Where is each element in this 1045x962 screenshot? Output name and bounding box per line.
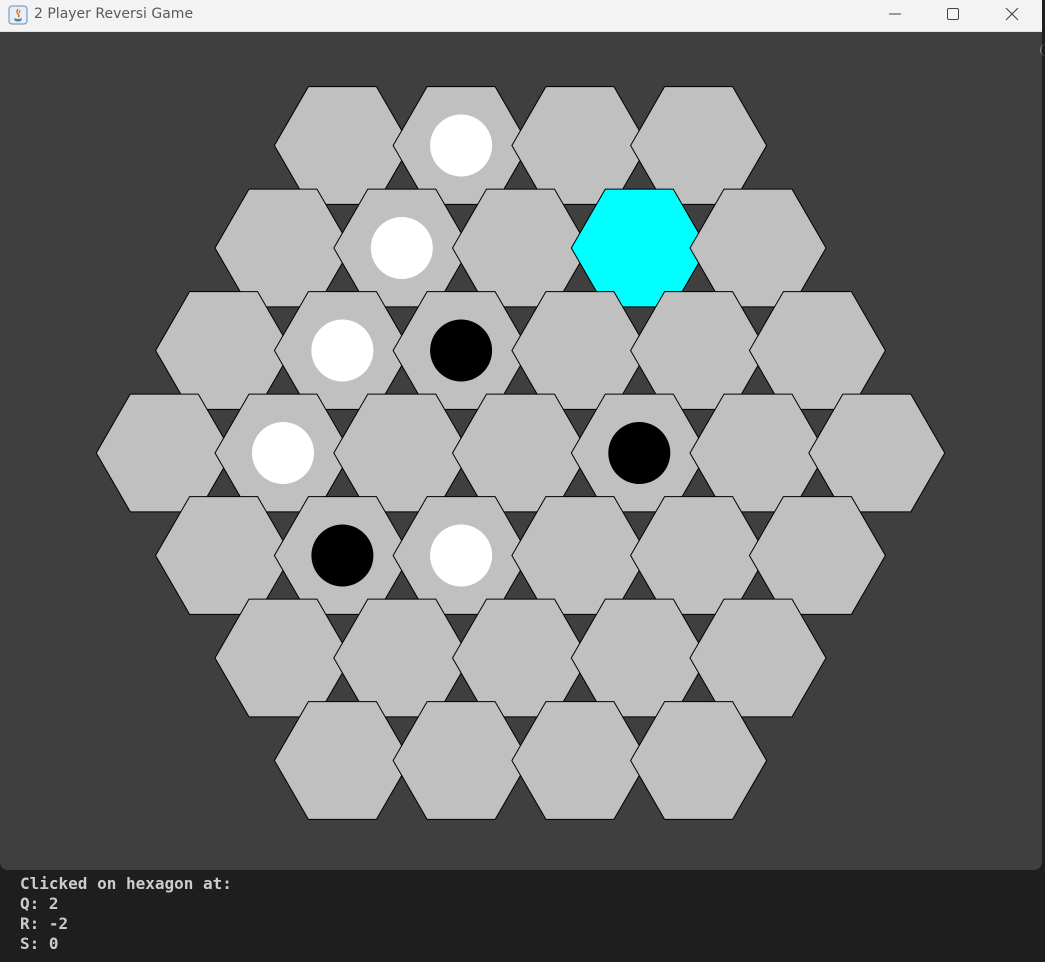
hex-cell[interactable] [95, 393, 233, 513]
minimize-icon [889, 13, 901, 15]
hex-cell[interactable] [451, 188, 590, 308]
hex-cell[interactable] [689, 188, 827, 308]
maximize-icon [947, 8, 959, 20]
hex-cell[interactable] [273, 86, 411, 205]
hex-cell[interactable] [630, 291, 768, 410]
hex-cell[interactable] [214, 598, 352, 718]
close-button[interactable] [983, 0, 1041, 28]
title-bar[interactable]: 2 Player Reversi Game [0, 0, 1042, 32]
console-q-value: Q: 2 [20, 894, 59, 913]
white-piece [311, 319, 374, 382]
console-s-value: S: 0 [20, 934, 59, 953]
hex-cell[interactable] [392, 701, 530, 820]
window-title: 2 Player Reversi Game [34, 6, 194, 22]
board-area [0, 32, 1042, 870]
white-piece [430, 114, 493, 177]
game-window: 2 Player Reversi Game [0, 0, 1042, 870]
hex-cell[interactable] [333, 598, 471, 718]
black-piece [311, 524, 374, 587]
close-icon [1005, 7, 1019, 21]
black-piece [608, 422, 671, 484]
hex-cell[interactable] [630, 701, 768, 820]
hex-cell[interactable] [511, 86, 649, 205]
white-piece [370, 217, 433, 279]
console-output: Clicked on hexagon at: Q: 2 R: -2 S: 0 [0, 870, 1045, 962]
hex-cell[interactable] [333, 393, 471, 513]
window-edge-marker [1040, 44, 1045, 56]
hex-cell[interactable] [155, 496, 293, 615]
hex-cell[interactable] [155, 291, 293, 410]
hex-cell[interactable] [808, 393, 946, 513]
black-piece [430, 319, 493, 382]
white-piece [252, 422, 314, 484]
hex-cell[interactable] [451, 598, 590, 718]
hex-cell[interactable] [570, 598, 708, 718]
hex-cell[interactable] [689, 393, 827, 513]
hex-cell[interactable] [748, 291, 886, 410]
hex-cell[interactable] [511, 701, 649, 820]
hex-cell[interactable] [630, 86, 768, 205]
maximize-button[interactable] [924, 0, 982, 28]
white-piece [430, 524, 493, 587]
hex-cell[interactable] [511, 291, 649, 410]
console-heading: Clicked on hexagon at: [20, 874, 232, 893]
console-r-value: R: -2 [20, 914, 69, 933]
minimize-button[interactable] [866, 0, 924, 28]
hex-cell[interactable] [630, 496, 768, 615]
hex-cell[interactable] [451, 393, 590, 513]
hex-cell[interactable] [689, 598, 827, 718]
hex-cell[interactable] [273, 701, 411, 820]
hex-cell[interactable] [511, 496, 649, 615]
hex-cell[interactable] [214, 188, 352, 308]
hex-cell[interactable] [748, 496, 886, 615]
hex-board [95, 86, 946, 820]
java-icon [8, 5, 28, 25]
hex-cell-selected[interactable] [570, 188, 708, 308]
